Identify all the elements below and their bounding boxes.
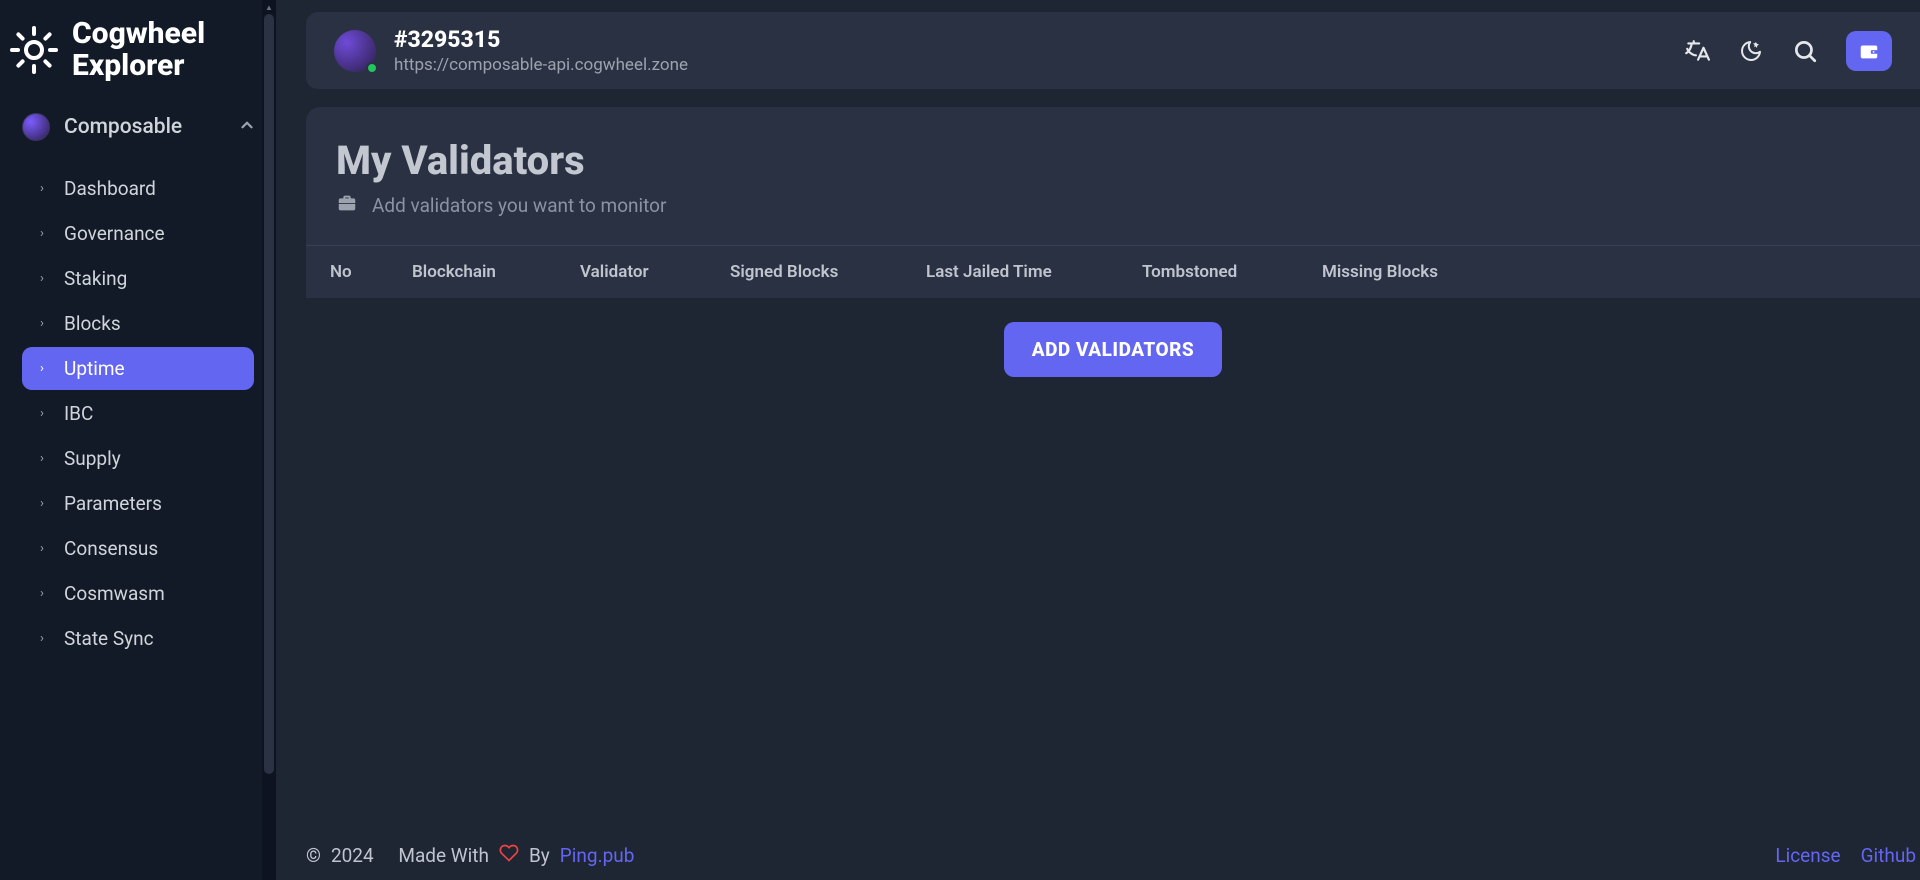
chevron-right-icon: › bbox=[40, 226, 50, 241]
col-validator: Validator bbox=[580, 262, 730, 282]
sidebar-item-label: Cosmwasm bbox=[64, 582, 165, 605]
chevron-right-icon: › bbox=[40, 451, 50, 466]
table-header: No Blockchain Validator Signed Blocks La… bbox=[306, 245, 1920, 298]
col-last-jailed: Last Jailed Time bbox=[926, 262, 1142, 282]
sidebar-item-label: Parameters bbox=[64, 492, 162, 515]
sidebar-item-supply[interactable]: › Supply bbox=[22, 437, 254, 480]
sidebar-item-label: Governance bbox=[64, 222, 165, 245]
chevron-right-icon: › bbox=[40, 586, 50, 601]
chain-name: Composable bbox=[64, 115, 182, 139]
chevron-right-icon: › bbox=[40, 631, 50, 646]
heart-icon bbox=[499, 843, 519, 868]
chevron-right-icon: › bbox=[40, 271, 50, 286]
sidebar-item-parameters[interactable]: › Parameters bbox=[22, 482, 254, 525]
sidebar: ▲ Cogwheel Explorer Composable › bbox=[0, 0, 276, 880]
wallet-button[interactable] bbox=[1846, 31, 1892, 71]
sidebar-nav: › Dashboard › Governance › Staking › Blo… bbox=[0, 151, 276, 676]
sidebar-item-label: Uptime bbox=[64, 357, 125, 380]
sidebar-item-label: Supply bbox=[64, 447, 121, 470]
block-height: #3295315 bbox=[394, 26, 688, 53]
page-title: My Validators bbox=[306, 137, 1920, 192]
chevron-right-icon: › bbox=[40, 316, 50, 331]
footer-author-link[interactable]: Ping.pub bbox=[560, 844, 635, 867]
sidebar-item-ibc[interactable]: › IBC bbox=[22, 392, 254, 435]
chevron-right-icon: › bbox=[40, 406, 50, 421]
chain-avatar-icon bbox=[22, 113, 50, 141]
col-no: No bbox=[330, 262, 412, 282]
table-body: ADD VALIDATORS bbox=[306, 298, 1920, 658]
sidebar-scroll-track: ▲ bbox=[262, 0, 276, 880]
page-subtitle: Add validators you want to monitor bbox=[372, 194, 666, 217]
node-avatar-icon bbox=[334, 30, 376, 72]
footer-made-with: Made With bbox=[398, 844, 489, 867]
chevron-right-icon: › bbox=[40, 541, 50, 556]
col-blockchain: Blockchain bbox=[412, 262, 580, 282]
chevron-right-icon: › bbox=[40, 181, 50, 196]
chain-selector[interactable]: Composable bbox=[0, 103, 276, 151]
col-signed-blocks: Signed Blocks bbox=[730, 262, 926, 282]
sidebar-item-governance[interactable]: › Governance bbox=[22, 212, 254, 255]
theme-toggle-icon[interactable] bbox=[1738, 38, 1764, 64]
status-online-icon bbox=[366, 62, 378, 74]
sidebar-item-label: IBC bbox=[64, 402, 93, 425]
footer-license-link[interactable]: License bbox=[1775, 844, 1840, 867]
footer: © 2024 Made With By Ping.pub License Git… bbox=[306, 843, 1920, 868]
search-icon[interactable] bbox=[1792, 38, 1818, 64]
chevron-up-icon bbox=[238, 116, 256, 138]
col-tombstoned: Tombstoned bbox=[1142, 262, 1322, 282]
cogwheel-logo-icon bbox=[10, 26, 58, 74]
footer-github-link[interactable]: Github bbox=[1861, 844, 1916, 867]
sidebar-item-dashboard[interactable]: › Dashboard bbox=[22, 167, 254, 210]
main-content: #3295315 https://composable-api.cogwheel… bbox=[276, 0, 1920, 880]
briefcase-icon bbox=[336, 192, 358, 219]
chevron-right-icon: › bbox=[40, 496, 50, 511]
validators-card: My Validators Add validators you want to… bbox=[306, 107, 1920, 658]
language-icon[interactable] bbox=[1684, 38, 1710, 64]
footer-copyright: © bbox=[306, 844, 321, 867]
sidebar-scroll-up[interactable]: ▲ bbox=[262, 0, 276, 14]
footer-by: By bbox=[529, 844, 550, 867]
topbar: #3295315 https://composable-api.cogwheel… bbox=[306, 12, 1920, 89]
brand-line2: Explorer bbox=[72, 50, 205, 82]
sidebar-item-blocks[interactable]: › Blocks bbox=[22, 302, 254, 345]
footer-year: 2024 bbox=[331, 844, 374, 867]
sidebar-item-cosmwasm[interactable]: › Cosmwasm bbox=[22, 572, 254, 615]
sidebar-item-uptime[interactable]: › Uptime bbox=[22, 347, 254, 390]
sidebar-item-label: Consensus bbox=[64, 537, 158, 560]
sidebar-item-label: Blocks bbox=[64, 312, 121, 335]
brand-block[interactable]: Cogwheel Explorer bbox=[0, 0, 276, 103]
add-validators-button[interactable]: ADD VALIDATORS bbox=[1004, 322, 1222, 377]
sidebar-item-label: Staking bbox=[64, 267, 127, 290]
chevron-right-icon: › bbox=[40, 361, 50, 376]
api-endpoint[interactable]: https://composable-api.cogwheel.zone bbox=[394, 55, 688, 75]
sidebar-scroll-thumb[interactable] bbox=[264, 14, 274, 774]
sidebar-item-consensus[interactable]: › Consensus bbox=[22, 527, 254, 570]
sidebar-item-label: Dashboard bbox=[64, 177, 156, 200]
sidebar-item-staking[interactable]: › Staking bbox=[22, 257, 254, 300]
sidebar-item-label: State Sync bbox=[64, 627, 154, 650]
sidebar-item-state-sync[interactable]: › State Sync bbox=[22, 617, 254, 660]
col-missing-blocks: Missing Blocks bbox=[1322, 262, 1896, 282]
brand-line1: Cogwheel bbox=[72, 18, 205, 50]
